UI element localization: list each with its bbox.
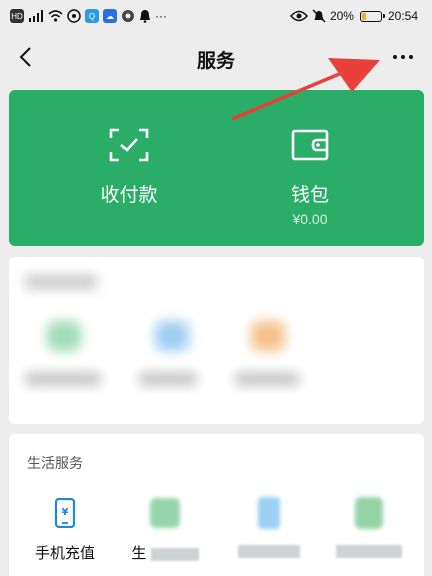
life-services-card: 生活服务 ¥ 手机充值 生 xyxy=(9,434,424,576)
search-app-icon: Q xyxy=(85,9,99,23)
life-payment-label-visible: 生 xyxy=(131,545,147,562)
life-payment-icon xyxy=(150,498,180,528)
pixelated-text xyxy=(238,544,300,558)
status-right-icons: 20% 20:54 xyxy=(289,9,418,23)
more-dot xyxy=(401,55,405,59)
pay-receive-button[interactable]: 收付款 xyxy=(29,126,229,207)
pay-receive-label: 收付款 xyxy=(100,185,158,206)
service-button-4[interactable] xyxy=(319,496,419,559)
status-left-icons: HD Q ☁ ··· xyxy=(10,9,167,23)
eye-icon xyxy=(289,10,308,22)
nav-header: 服务 xyxy=(0,32,432,82)
blurred-service-icon xyxy=(155,321,189,351)
more-dots-icon xyxy=(393,55,397,59)
status-time: 20:54 xyxy=(387,9,418,23)
phone-recharge-button[interactable]: ¥ 手机充值 xyxy=(15,496,115,563)
app-icon xyxy=(67,9,81,23)
blurred-service-label xyxy=(25,373,101,385)
battery-percent: 20% xyxy=(329,9,354,23)
blurred-service-icon xyxy=(251,321,285,351)
life-payment-label: 生 xyxy=(115,542,215,563)
section-title: 生活服务 xyxy=(27,455,83,471)
phone-recharge-label: 手机充值 xyxy=(34,545,95,562)
pixelated-text xyxy=(336,544,402,558)
blurred-service-label xyxy=(139,373,197,385)
pay-card: 收付款 钱包 ¥0.00 xyxy=(9,90,424,246)
service-4-label xyxy=(319,542,419,559)
hd-icon: HD xyxy=(10,9,24,23)
service-button-3[interactable] xyxy=(219,496,319,559)
blurred-service-icon xyxy=(258,497,280,529)
signal-icon xyxy=(29,10,43,22)
mute-bell-icon xyxy=(312,9,326,23)
life-payment-button[interactable]: 生 xyxy=(115,496,215,563)
blurred-section-title xyxy=(25,275,97,289)
service-3-label xyxy=(219,542,319,559)
app-icon-2 xyxy=(122,10,134,22)
scan-pay-icon xyxy=(109,128,149,162)
blurred-services-card xyxy=(9,257,424,424)
blurred-service-icon xyxy=(47,321,81,351)
bell-icon xyxy=(140,10,150,23)
wallet-button[interactable]: 钱包 ¥0.00 xyxy=(210,126,410,227)
phone-recharge-icon: ¥ xyxy=(54,498,76,528)
wallet-label: 钱包 xyxy=(290,185,329,206)
page-title: 服务 xyxy=(196,51,235,72)
battery-level xyxy=(361,12,366,20)
pixelated-text xyxy=(150,547,199,561)
blurred-service-label xyxy=(235,373,299,385)
wifi-icon xyxy=(48,10,63,22)
battery-icon xyxy=(359,10,385,22)
svg-text:¥: ¥ xyxy=(62,507,69,518)
wallet-balance: ¥0.00 xyxy=(292,211,328,227)
more-dot xyxy=(409,55,413,59)
cloud-app-icon: ☁ xyxy=(103,9,117,23)
more-options-button[interactable] xyxy=(388,42,418,72)
blurred-service-icon xyxy=(355,497,383,529)
status-ellipsis: ··· xyxy=(155,9,167,23)
wallet-icon xyxy=(291,129,329,161)
status-bar: HD Q ☁ ··· 20% 20:54 xyxy=(0,0,432,32)
